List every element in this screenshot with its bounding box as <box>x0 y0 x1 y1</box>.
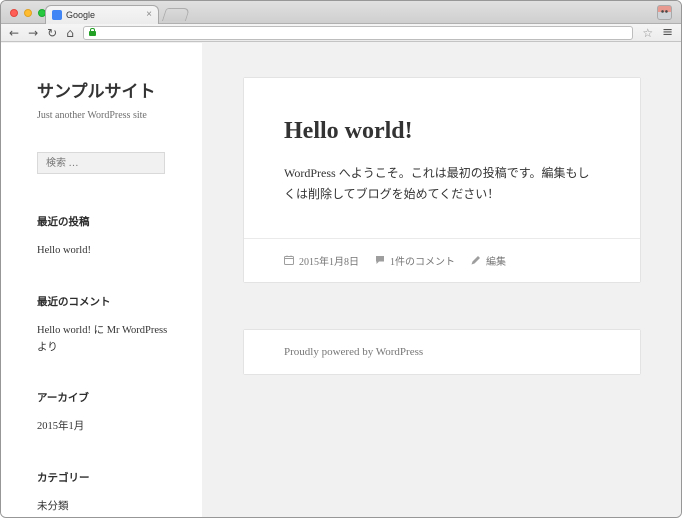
comment-post-link[interactable]: Hello world! <box>37 325 91 336</box>
widget-recent-posts: 最近の投稿 Hello world! <box>37 214 176 260</box>
sidebar: サンプルサイト Just another WordPress site 最近の投… <box>1 43 202 517</box>
url-input[interactable] <box>100 26 628 39</box>
browser-toolbar: ← → ↻ ⌂ ☆ ≡ <box>1 24 681 42</box>
category-link[interactable]: 未分類 <box>37 501 69 512</box>
search-input[interactable] <box>37 152 165 174</box>
widget-title: 最近のコメント <box>37 296 111 308</box>
widget-title: カテゴリー <box>37 473 90 485</box>
post-comments-link[interactable]: 1件のコメント <box>375 253 455 268</box>
wordpress-link[interactable]: WordPress <box>376 346 423 358</box>
browser-titlebar[interactable]: Google × <box>1 1 681 24</box>
site-title-link[interactable]: サンプルサイト <box>37 77 176 102</box>
menu-icon[interactable]: ≡ <box>662 26 673 39</box>
extension-icon[interactable] <box>657 5 672 20</box>
post-meta-bar: 2015年1月8日 1件のコメント 編集 <box>244 237 640 282</box>
browser-tab[interactable]: Google × <box>45 5 159 24</box>
post-card: Hello world! WordPress へようこそ。これは最初の投稿です。… <box>244 78 640 282</box>
window-close-button[interactable] <box>10 9 18 17</box>
widget-archives: アーカイブ 2015年1月 <box>37 390 176 436</box>
recent-post-link[interactable]: Hello world! <box>37 245 91 256</box>
google-favicon-icon <box>52 10 62 20</box>
forward-button[interactable]: → <box>28 27 38 39</box>
bookmark-star-icon[interactable]: ☆ <box>642 27 653 39</box>
reload-button[interactable]: ↻ <box>47 27 57 39</box>
list-item: Hello world! <box>37 243 176 260</box>
comment-suffix: より <box>37 341 58 353</box>
tab-close-icon[interactable]: × <box>146 10 152 20</box>
widget-recent-comments: 最近のコメント Hello world! に Mr WordPress より <box>37 294 176 357</box>
post-title-link[interactable]: Hello world! <box>284 118 600 145</box>
window-minimize-button[interactable] <box>24 9 32 17</box>
list-item: 未分類 <box>37 499 176 516</box>
tab-title: Google <box>66 10 96 20</box>
browser-window: Google × ← → ↻ ⌂ ☆ ≡ サンプルサイト Just anothe… <box>0 0 682 518</box>
comment-connector: に <box>90 324 107 336</box>
edit-pencil-icon <box>471 256 480 265</box>
page-content: サンプルサイト Just another WordPress site 最近の投… <box>1 43 681 517</box>
comment-icon <box>376 256 384 265</box>
home-button[interactable]: ⌂ <box>66 27 74 39</box>
list-item: 2015年1月 <box>37 419 176 436</box>
site-tagline: Just another WordPress site <box>37 110 147 121</box>
window-controls <box>10 9 46 17</box>
footer-text: Proudly powered by <box>284 345 376 358</box>
widget-title: アーカイブ <box>37 393 89 405</box>
post-date-text: 2015年1月8日 <box>299 256 359 268</box>
widget-title: 最近の投稿 <box>37 217 90 228</box>
calendar-icon <box>284 255 294 266</box>
archive-link[interactable]: 2015年1月 <box>37 421 84 432</box>
post-body: WordPress へようこそ。これは最初の投稿です。編集もしくは削除してブログ… <box>284 166 590 202</box>
post-edit-link[interactable]: 編集 <box>471 253 506 268</box>
new-tab-button[interactable] <box>161 8 191 21</box>
back-button[interactable]: ← <box>9 27 19 39</box>
main-content: Hello world! WordPress へようこそ。これは最初の投稿です。… <box>202 43 681 517</box>
widget-categories: カテゴリー 未分類 <box>37 470 176 516</box>
address-bar[interactable] <box>82 25 634 40</box>
comment-author-link[interactable]: Mr WordPress <box>107 325 168 336</box>
post-edit-text: 編集 <box>486 256 506 268</box>
post-date-link[interactable]: 2015年1月8日 <box>284 253 359 268</box>
list-item: Hello world! に Mr WordPress より <box>37 323 176 357</box>
site-footer: Proudly powered by WordPress <box>244 329 640 374</box>
ssl-lock-icon[interactable] <box>88 28 96 36</box>
post-comments-text: 1件のコメント <box>390 256 455 268</box>
